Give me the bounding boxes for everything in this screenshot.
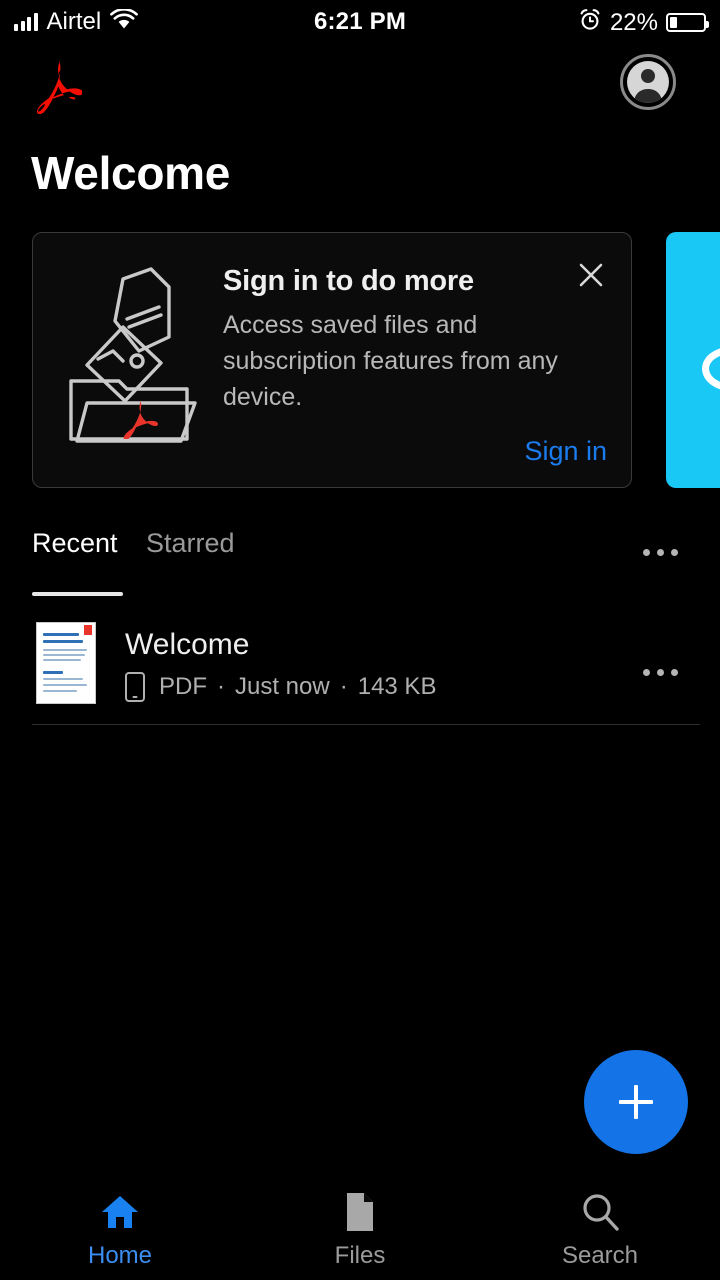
- meta-separator: ·: [339, 673, 348, 700]
- sign-in-button[interactable]: Sign in: [524, 436, 607, 467]
- meta-separator: ·: [217, 673, 225, 700]
- adobe-acrobat-logo: [30, 56, 83, 119]
- table-row[interactable]: Welcome PDF · Just now · 143 KB: [0, 618, 720, 724]
- search-icon: [580, 1192, 620, 1232]
- nav-label-search: Search: [561, 1242, 639, 1269]
- nav-item-home[interactable]: Home: [40, 1192, 200, 1270]
- page-title: Welcome: [31, 147, 231, 199]
- nav-label-home: Home: [87, 1242, 153, 1269]
- user-avatar-icon[interactable]: [620, 54, 676, 110]
- nav-item-files[interactable]: Files: [280, 1192, 440, 1270]
- nav-label-files: Files: [334, 1242, 386, 1269]
- status-bar-right: 22%: [578, 8, 709, 37]
- status-bar: Airtel 6:21 PM 22%: [0, 0, 720, 46]
- list-divider: [32, 724, 700, 725]
- file-size: 143 KB: [357, 673, 437, 700]
- more-options-icon[interactable]: [632, 534, 688, 570]
- pdf-page-thumbnail: [36, 622, 96, 704]
- phone-icon: [125, 672, 145, 702]
- partial-white-glyph-icon: [696, 344, 720, 407]
- sign-in-card-title: Sign in to do more: [223, 265, 474, 297]
- alarm-clock-icon: [578, 8, 602, 37]
- sign-in-card[interactable]: Sign in to do more Access saved files an…: [32, 232, 632, 488]
- app-screen: Airtel 6:21 PM 22% Welcome Sign in to do…: [0, 0, 720, 1280]
- create-file-fab[interactable]: [584, 1050, 688, 1154]
- cards-carousel[interactable]: Sign in to do more Access saved files an…: [0, 232, 720, 488]
- file-modified: Just now: [235, 673, 330, 700]
- file-type: PDF: [159, 673, 207, 700]
- close-icon[interactable]: [571, 255, 611, 295]
- tab-recent[interactable]: Recent: [32, 528, 118, 559]
- file-tabs[interactable]: Recent Starred: [0, 528, 720, 600]
- promo-card[interactable]: [666, 232, 720, 488]
- app-bar: [0, 52, 720, 115]
- sign-in-card-body: Access saved files and subscription feat…: [223, 311, 558, 411]
- documents-into-folder-illustration: [65, 255, 213, 445]
- more-options-icon[interactable]: [632, 654, 688, 690]
- battery-icon: [666, 13, 709, 32]
- file-icon: [345, 1192, 375, 1232]
- tab-active-indicator: [32, 592, 123, 596]
- file-meta: PDF · Just now · 143 KB: [125, 672, 436, 702]
- bottom-navigation: Home Files Search: [0, 1182, 720, 1280]
- home-icon: [100, 1192, 140, 1232]
- nav-item-search[interactable]: Search: [520, 1192, 680, 1270]
- tab-starred[interactable]: Starred: [146, 528, 235, 559]
- file-name: Welcome: [125, 628, 250, 661]
- battery-percent-label: 22%: [609, 8, 658, 36]
